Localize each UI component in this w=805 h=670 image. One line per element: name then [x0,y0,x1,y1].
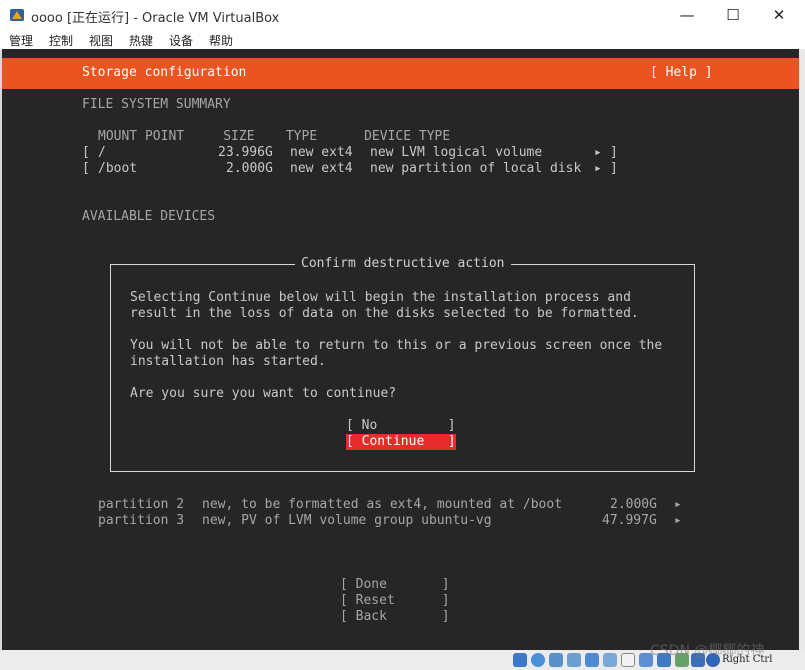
partition-size: 2.000G [610,497,657,512]
menubar: 管理 控制 视图 热键 设备 帮助 [0,30,805,50]
dialog-message-line: Selecting Continue below will begin the … [130,290,631,305]
menu-view[interactable]: 视图 [89,32,113,49]
no-button[interactable]: [ No ] [346,418,456,434]
dialog-message-line: installation has started. [130,354,326,369]
menu-manage[interactable]: 管理 [9,32,33,49]
network-icon[interactable] [567,653,581,667]
done-button[interactable]: [ Done ] [340,577,450,593]
fs-row-size: 23.996G [218,145,273,160]
back-button[interactable]: [ Back ] [340,609,450,625]
usb-icon[interactable] [585,653,599,667]
dialog-title: Confirm destructive action [295,256,511,272]
partition-desc: new, to be formatted as ext4, mounted at… [202,497,563,512]
fs-row-type: new ext4 [290,145,353,160]
optical-drive-icon[interactable] [531,653,545,667]
fs-columns-header: MOUNT POINT SIZE TYPE DEVICE TYPE [98,129,451,144]
help-button[interactable]: [ Help ] [650,65,713,80]
hard-disk-icon[interactable] [513,653,527,667]
continue-button[interactable]: [ Continue ] [346,434,456,450]
reset-button[interactable]: [ Reset ] [340,593,450,609]
menu-hotkey[interactable]: 热键 [129,32,153,49]
fs-row-device: new LVM logical volume [370,145,543,160]
menu-help[interactable]: 帮助 [209,32,233,49]
fs-row-device: new partition of local disk [370,161,582,176]
window-titlebar: oooo [正在运行] - Oracle VM VirtualBox — ☐ ✕ [0,0,805,30]
fs-row-bracket-close: ] [610,145,618,160]
menu-control[interactable]: 控制 [49,32,73,49]
installer-screen: Storage configuration [ Help ] FILE SYST… [2,49,799,650]
dialog-question: Are you sure you want to continue? [130,386,397,401]
page-title: Storage configuration [82,65,247,80]
confirm-dialog: Confirm destructive action Selecting Con… [110,256,695,472]
fs-row-bracket-close: ] [610,161,618,176]
window-title: oooo [正在运行] - Oracle VM VirtualBox [31,11,280,26]
menu-devices[interactable]: 设备 [169,32,193,49]
display-icon[interactable] [621,653,635,667]
shared-folders-icon[interactable] [603,653,617,667]
fs-summary-heading: FILE SYSTEM SUMMARY [82,97,231,112]
partition-size: 47.997G [602,513,657,528]
fs-row-arrow-icon[interactable]: ▸ [594,145,602,161]
fs-row-size: 2.000G [226,161,273,176]
partition-name: partition 3 [98,513,185,528]
vm-display[interactable]: Storage configuration [ Help ] FILE SYST… [2,49,799,650]
right-edge [799,49,805,650]
virtualbox-app-icon [10,9,24,21]
installer-header: Storage configuration [ Help ] [2,58,799,89]
minimize-button[interactable]: — [667,3,707,27]
fs-row-mount[interactable]: /boot [98,161,137,177]
partition-desc: new, PV of LVM volume group ubuntu-vg [202,513,492,528]
maximize-button[interactable]: ☐ [713,3,753,27]
fs-row-bracket-open: [ [82,145,90,160]
fs-row-type: new ext4 [290,161,353,176]
dialog-message-line: You will not be able to return to this o… [130,338,663,353]
partition-name: partition 2 [98,497,185,512]
audio-icon[interactable] [549,653,563,667]
fs-row-mount[interactable]: / [98,145,106,161]
partition-arrow-icon[interactable]: ▸ [674,513,682,529]
close-button[interactable]: ✕ [759,3,799,27]
watermark: CSDN @椰椰的神 [650,643,765,659]
available-devices-heading: AVAILABLE DEVICES [82,209,216,224]
dialog-message-line: result in the loss of data on the disks … [130,306,639,321]
fs-row-bracket-open: [ [82,161,90,176]
fs-row-arrow-icon[interactable]: ▸ [594,161,602,177]
partition-arrow-icon[interactable]: ▸ [674,497,682,513]
